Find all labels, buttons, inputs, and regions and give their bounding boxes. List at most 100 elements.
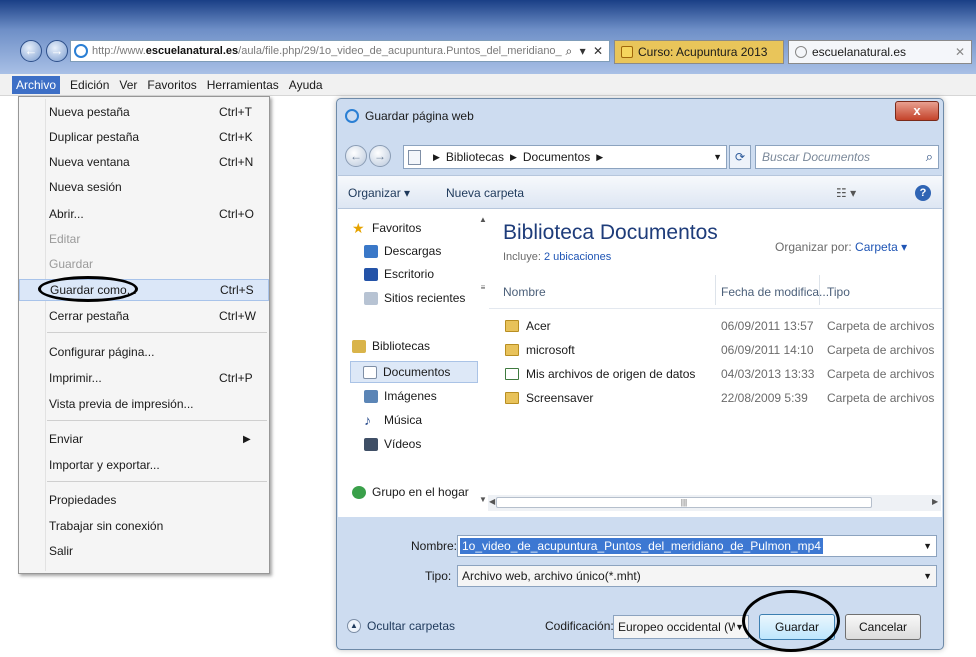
menu-item-salir[interactable]: Salir — [19, 540, 269, 562]
library-includes: Incluye: 2 ubicaciones — [503, 251, 611, 263]
scroll-up-icon[interactable]: ▲ — [478, 215, 488, 224]
list-item[interactable]: Screensaver 22/08/2009 5:39 Carpeta de a… — [489, 387, 942, 409]
search-icon[interactable]: ⌕ — [926, 149, 933, 165]
tab-escuelanatural[interactable]: escuelanatural.es ✕ — [788, 40, 972, 64]
help-icon[interactable]: ? — [915, 185, 931, 201]
column-header-date[interactable]: Fecha de modifica... — [721, 285, 829, 299]
scroll-left-icon[interactable]: ◀ — [489, 497, 495, 506]
scroll-right-icon[interactable]: ▶ — [932, 497, 938, 506]
column-divider[interactable] — [715, 275, 716, 305]
menu-item-trabajar-sin-conexion[interactable]: Trabajar sin conexión — [19, 515, 269, 537]
save-button[interactable]: Guardar — [759, 614, 835, 640]
menu-item-configurar-pagina[interactable]: Configurar página... — [19, 341, 269, 363]
menu-herramientas[interactable]: Herramientas — [207, 78, 279, 92]
dialog-back-button[interactable]: ← — [345, 145, 367, 167]
menu-item-importar-exportar[interactable]: Importar y exportar... — [19, 454, 269, 476]
filename-input[interactable]: 1o_video_de_acupuntura_Puntos_del_meridi… — [457, 535, 937, 557]
menu-item-nueva-ventana[interactable]: Nueva ventana Ctrl+N — [19, 151, 269, 173]
encoding-select[interactable]: Europeo occidental (Wir ▼ — [613, 615, 749, 639]
dialog-forward-button[interactable]: → — [369, 145, 391, 167]
nav-videos[interactable]: Vídeos — [364, 437, 421, 451]
menu-item-enviar[interactable]: Enviar ▶ — [19, 428, 269, 450]
list-item[interactable]: Acer 06/09/2011 13:57 Carpeta de archivo… — [489, 315, 942, 337]
menu-ver[interactable]: Ver — [119, 78, 137, 92]
menu-item-guardar-como[interactable]: Guardar como... Ctrl+S — [19, 279, 269, 301]
breadcrumb-bibliotecas[interactable]: Bibliotecas — [446, 150, 504, 164]
breadcrumb-separator-icon: ▶ — [509, 151, 517, 162]
nav-bibliotecas[interactable]: Bibliotecas — [352, 339, 430, 353]
breadcrumb[interactable]: ▶ Bibliotecas ▶ Documentos ▶ ▼ — [403, 145, 727, 169]
nav-label: Favoritos — [372, 221, 422, 235]
arrange-by-dropdown[interactable]: Carpeta ▾ — [855, 240, 907, 254]
nav-label: Imágenes — [384, 389, 437, 403]
view-options-icon[interactable]: ☷ ▾ — [836, 186, 856, 200]
chevron-down-icon[interactable]: ▼ — [923, 541, 932, 551]
back-button[interactable]: ← — [20, 40, 42, 62]
nav-descargas[interactable]: Descargas — [364, 244, 441, 258]
nav-grupo-hogar[interactable]: Grupo en el hogar — [352, 485, 469, 499]
menu-item-cerrar-pestana[interactable]: Cerrar pestaña Ctrl+W — [19, 305, 269, 327]
chevron-down-icon[interactable]: ▼ — [735, 622, 744, 632]
scroll-thumb[interactable]: ||| — [496, 497, 872, 508]
cancel-button[interactable]: Cancelar — [845, 614, 921, 640]
horizontal-scrollbar[interactable]: ◀ ||| ▶ — [488, 495, 941, 511]
chevron-down-icon[interactable]: ▼ — [713, 152, 722, 162]
column-header-type[interactable]: Tipo — [827, 285, 850, 299]
file-date: 06/09/2011 14:10 — [721, 343, 814, 357]
column-divider[interactable] — [819, 275, 820, 305]
menu-item-vista-previa[interactable]: Vista previa de impresión... — [19, 393, 269, 415]
hide-folders-button[interactable]: ▲ Ocultar carpetas — [347, 619, 455, 633]
close-tab-icon[interactable]: ✕ — [955, 45, 965, 59]
menu-archivo[interactable]: Archivo — [12, 75, 61, 94]
chevron-down-icon[interactable]: ▼ — [923, 571, 932, 581]
menu-ayuda[interactable]: Ayuda — [289, 78, 323, 92]
navigation-scrollbar[interactable]: ▲ ≡ ▼ — [478, 215, 488, 507]
menu-item-imprimir[interactable]: Imprimir... Ctrl+P — [19, 367, 269, 389]
file-type: Carpeta de archivos — [827, 343, 935, 357]
scroll-grip-icon[interactable]: ≡ — [478, 283, 488, 292]
nav-escritorio[interactable]: Escritorio — [364, 267, 434, 281]
browser-chrome: ← → http://www. escuelanatural.es/aula/fi… — [0, 0, 976, 74]
menu-item-duplicar-pestana[interactable]: Duplicar pestaña Ctrl+K — [19, 126, 269, 148]
menu-item-propiedades[interactable]: Propiedades — [19, 489, 269, 511]
menu-item-shortcut: Ctrl+W — [219, 309, 256, 323]
menu-item-abrir[interactable]: Abrir... Ctrl+O — [19, 203, 269, 225]
menu-item-label: Imprimir... — [49, 371, 102, 385]
new-folder-button[interactable]: Nueva carpeta — [446, 186, 524, 200]
nav-musica[interactable]: ♪ Música — [364, 411, 422, 428]
nav-label: Vídeos — [384, 437, 422, 451]
scroll-down-icon[interactable]: ▼ — [478, 495, 488, 504]
address-tools-icon[interactable]: ⌕ ▾ ✕ — [561, 43, 609, 59]
menu-item-nueva-sesion[interactable]: Nueva sesión — [19, 176, 269, 198]
nav-imagenes[interactable]: Imágenes — [364, 389, 437, 403]
list-item[interactable]: Mis archivos de origen de datos 04/03/20… — [489, 363, 942, 385]
chevron-up-icon: ▲ — [347, 619, 361, 633]
menu-edicion[interactable]: Edición — [70, 78, 109, 92]
forward-button[interactable]: → — [46, 40, 68, 62]
breadcrumb-documentos[interactable]: Documentos — [523, 150, 590, 164]
locations-link[interactable]: 2 ubicaciones — [544, 251, 611, 263]
dialog-close-button[interactable]: x — [895, 101, 939, 121]
list-item[interactable]: microsoft 06/09/2011 14:10 Carpeta de ar… — [489, 339, 942, 361]
folder-icon — [505, 320, 519, 332]
address-bar[interactable]: http://www. escuelanatural.es/aula/file.p… — [70, 40, 610, 62]
nav-sitios-recientes[interactable]: Sitios recientes — [364, 291, 465, 305]
desktop-icon — [364, 267, 378, 281]
nav-label: Escritorio — [384, 267, 435, 281]
file-date: 22/08/2009 5:39 — [721, 391, 808, 405]
column-header-name[interactable]: Nombre — [503, 285, 546, 299]
refresh-icon[interactable]: ⟳ — [729, 145, 751, 169]
file-menu-dropdown: Nueva pestaña Ctrl+T Duplicar pestaña Ctrl… — [18, 96, 270, 574]
nav-documentos[interactable]: Documentos — [350, 361, 478, 383]
menu-favoritos[interactable]: Favoritos — [147, 78, 196, 92]
music-note-icon: ♪ — [364, 411, 371, 428]
file-name: Mis archivos de origen de datos — [526, 367, 696, 381]
organize-button[interactable]: Organizar ▾ — [348, 186, 410, 200]
filetype-select[interactable]: Archivo web, archivo único(*.mht) ▼ — [457, 565, 937, 587]
search-input[interactable]: Buscar Documentos ⌕ — [755, 145, 939, 169]
nav-favoritos[interactable]: ★ Favoritos — [352, 221, 422, 236]
menu-item-nueva-pestana[interactable]: Nueva pestaña Ctrl+T — [19, 101, 269, 123]
tab-curso-acupuntura[interactable]: Curso: Acupuntura 2013 — [614, 40, 784, 64]
menu-item-shortcut: Ctrl+S — [220, 283, 254, 297]
folder-icon — [505, 344, 519, 356]
